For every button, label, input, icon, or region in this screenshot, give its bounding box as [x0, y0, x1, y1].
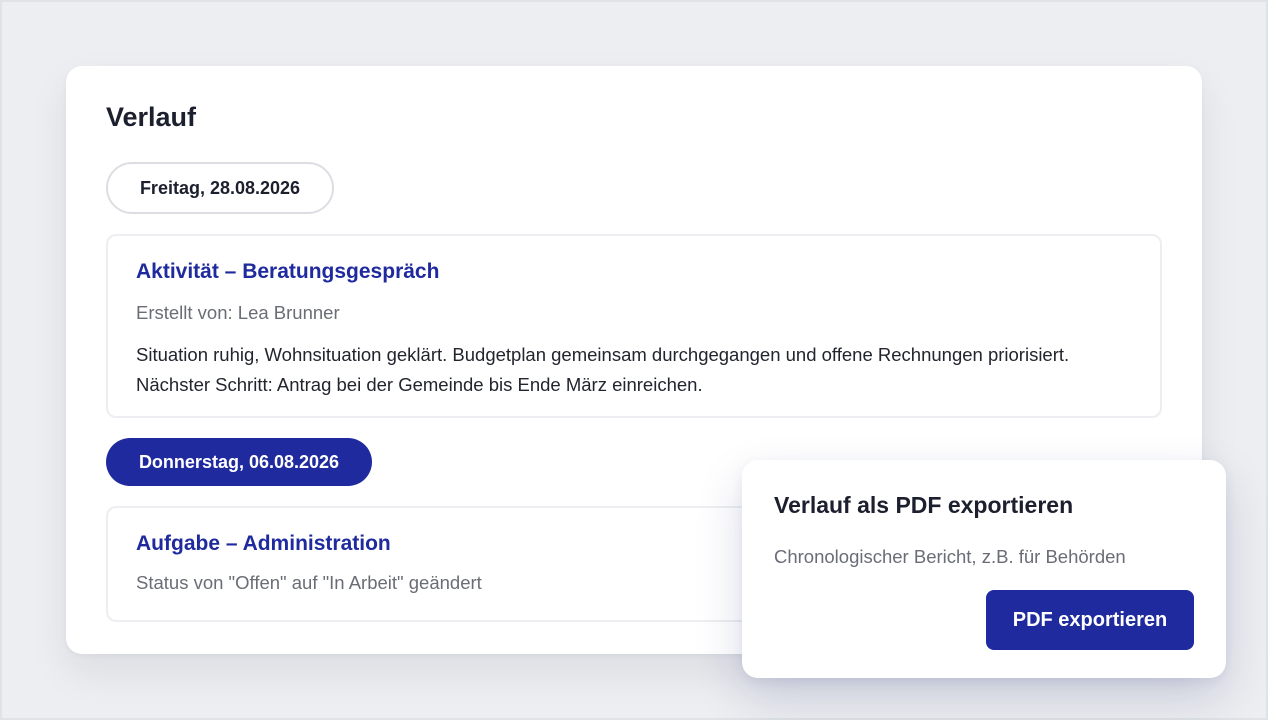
page-title: Verlauf: [106, 102, 197, 132]
popover-title: Verlauf als PDF exportieren: [774, 492, 1074, 518]
entry-author: Erstellt von: Lea Brunner: [136, 302, 340, 323]
date-group-pill-thursday[interactable]: Donnerstag, 06.08.2026: [106, 438, 372, 486]
pdf-export-popover: Verlauf als PDF exportieren Chronologisc…: [742, 460, 1226, 678]
pdf-export-button[interactable]: PDF exportieren: [986, 590, 1194, 650]
popover-description: Chronologischer Bericht, z.B. für Behörd…: [774, 546, 1126, 567]
entry-title: Aktivität – Beratungsgespräch: [136, 260, 440, 283]
timeline-entry-activity[interactable]: Aktivität – Beratungsgespräch Erstellt v…: [106, 234, 1162, 418]
entry-title: Aufgabe – Administration: [136, 532, 391, 555]
entry-status-change: Status von "Offen" auf "In Arbeit" geänd…: [136, 572, 482, 593]
entry-description: Situation ruhig, Wohnsituation geklärt. …: [136, 344, 1070, 395]
date-group-pill-friday[interactable]: Freitag, 28.08.2026: [106, 162, 334, 214]
